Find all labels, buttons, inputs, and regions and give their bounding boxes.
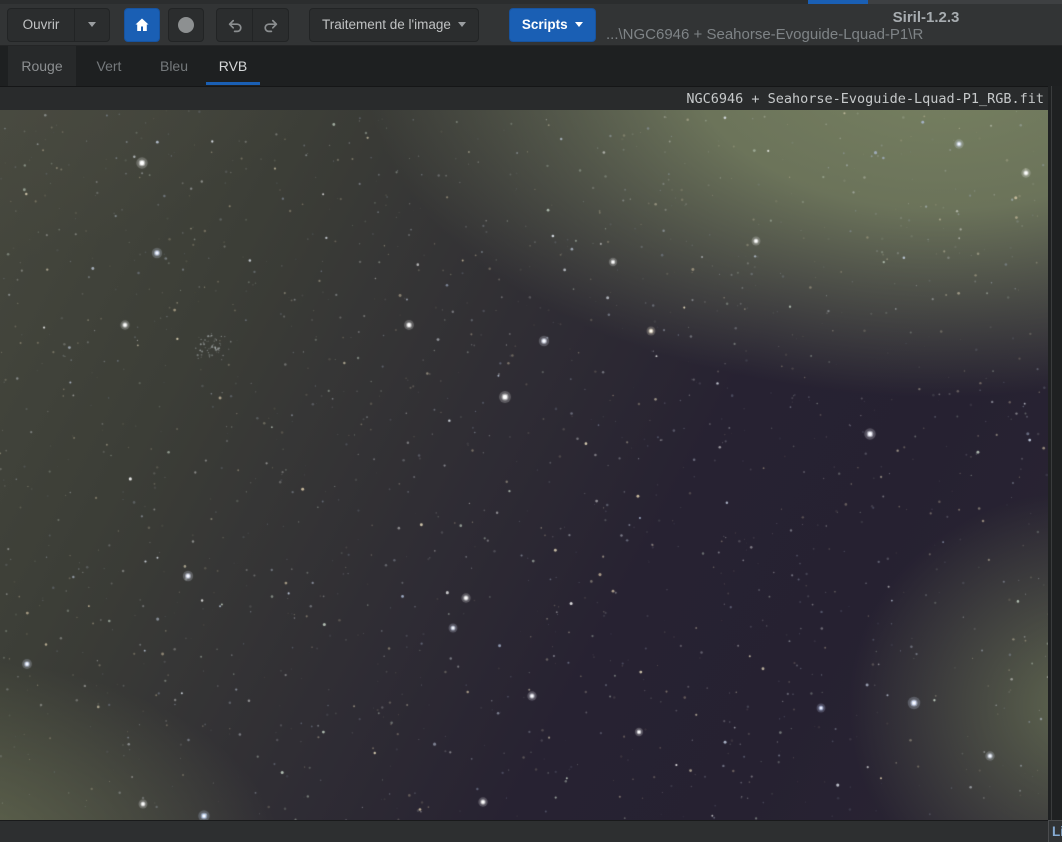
panel-divider-line: [1051, 86, 1052, 820]
open-dropdown-button[interactable]: [74, 7, 110, 42]
open-button[interactable]: Ouvrir: [7, 7, 75, 42]
image-processing-label: Traitement de l'image: [322, 17, 451, 32]
scripts-button[interactable]: Scripts: [508, 7, 596, 42]
tab-rouge-label: Rouge: [21, 58, 63, 74]
image-processing-button[interactable]: Traitement de l'image: [309, 7, 479, 42]
starfield-canvas[interactable]: [0, 110, 1048, 820]
redo-button[interactable]: [253, 9, 288, 41]
channel-tabbar: Rouge Vert Bleu RVB: [0, 46, 1062, 86]
tab-rvb[interactable]: RVB: [206, 46, 260, 86]
image-filename-bar: NGC6946 + Seahorse-Evoguide-Lquad-P1_RGB…: [0, 86, 1048, 110]
display-mode-select[interactable]: Li: [1048, 820, 1062, 842]
chevron-down-icon: [88, 22, 96, 27]
toolbar: Ouvrir Traitement de l'image Scripts Sir…: [0, 4, 1062, 46]
chevron-down-icon: [457, 22, 466, 27]
display-mode-label: Li: [1052, 824, 1062, 839]
image-filename: NGC6946 + Seahorse-Evoguide-Lquad-P1_RGB…: [686, 91, 1044, 107]
undo-button[interactable]: [217, 9, 252, 41]
content-area: NGC6946 + Seahorse-Evoguide-Lquad-P1_RGB…: [0, 86, 1062, 842]
window-title: Siril-1.2.3: [892, 9, 960, 26]
statusbar: [0, 820, 1048, 842]
redo-icon: [263, 19, 277, 32]
home-button[interactable]: [124, 7, 160, 42]
tab-vert[interactable]: Vert: [76, 46, 142, 86]
right-panel-edge: Li: [1048, 86, 1062, 842]
chevron-down-icon: [574, 22, 583, 27]
working-directory-path: ...\NGC6946 + Seahorse-Evoguide-Lquad-P1…: [606, 26, 924, 43]
tab-rvb-label: RVB: [218, 58, 248, 74]
record-icon: [178, 16, 194, 33]
tab-vert-label: Vert: [96, 58, 122, 74]
scripts-label: Scripts: [521, 17, 568, 32]
open-button-group: Ouvrir: [7, 7, 110, 42]
tab-bleu[interactable]: Bleu: [142, 46, 206, 86]
undo-icon: [228, 19, 242, 32]
siril-window: Ouvrir Traitement de l'image Scripts Sir…: [0, 0, 1062, 842]
undo-redo-group: [216, 7, 289, 42]
tab-rouge[interactable]: Rouge: [8, 46, 76, 86]
home-icon: [135, 18, 149, 31]
image-column: NGC6946 + Seahorse-Evoguide-Lquad-P1_RGB…: [0, 86, 1048, 842]
record-button[interactable]: [168, 7, 204, 42]
tab-bleu-label: Bleu: [159, 58, 189, 74]
